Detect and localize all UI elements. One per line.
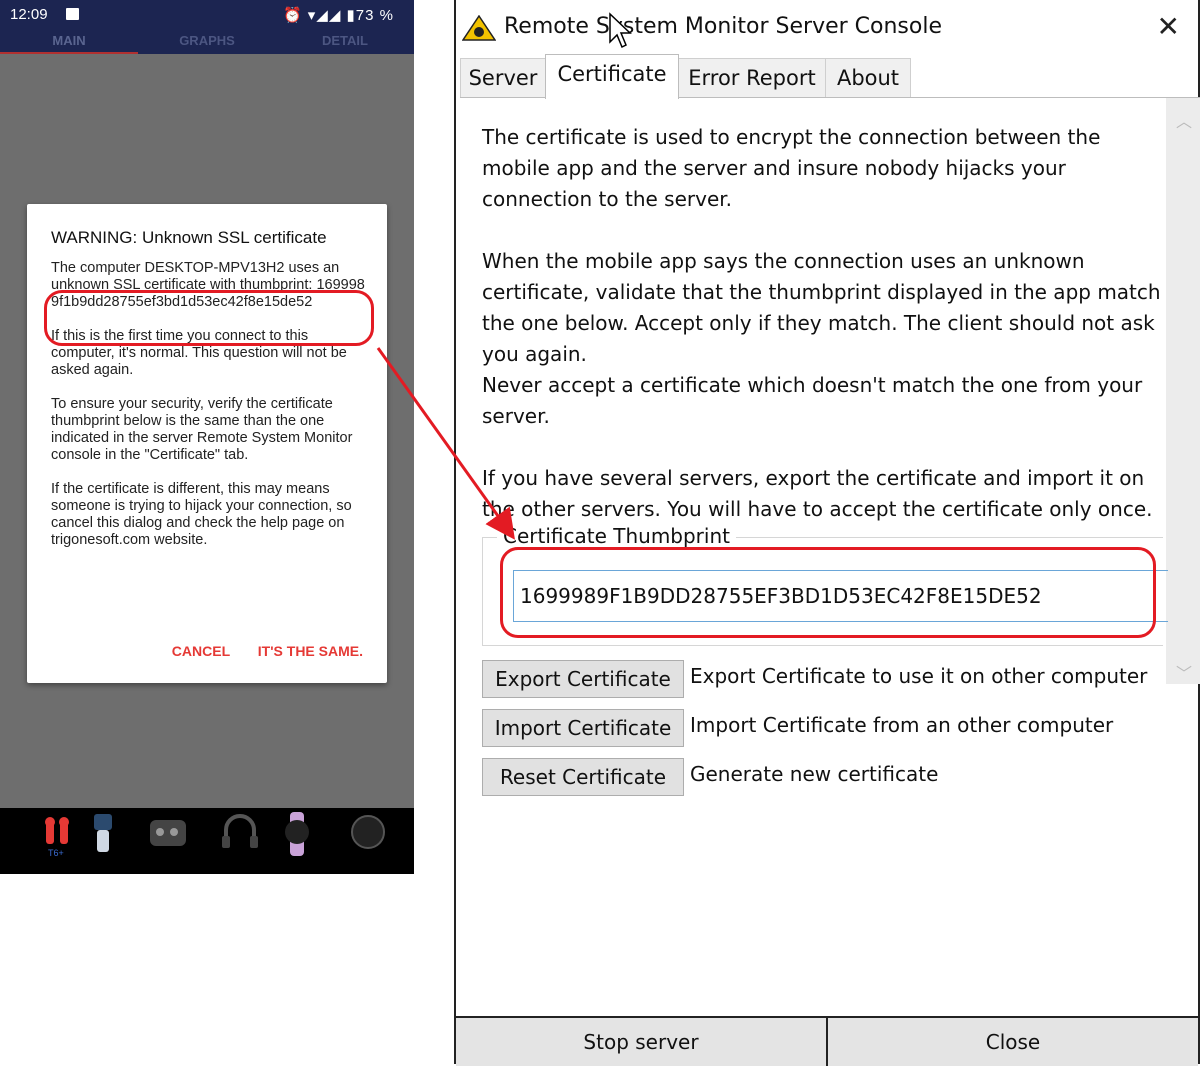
dialog-para-verify: To ensure your security, verify the cert… xyxy=(51,396,353,463)
import-certificate-button[interactable]: Import Certificate xyxy=(482,709,684,747)
ssl-warning-dialog: WARNING: Unknown SSL certificate The com… xyxy=(27,204,387,683)
tab-certificate[interactable]: Certificate xyxy=(545,54,679,99)
chevron-down-icon[interactable]: ﹀ xyxy=(1176,660,1192,684)
description-paragraph: Never accept a certificate which doesn't… xyxy=(482,373,1143,428)
export-description: Export Certificate to use it on other co… xyxy=(690,664,1148,688)
status-bar: 12:09 ⏰ ▾◢◢ ▮73 % xyxy=(0,0,414,30)
dialog-para-different: If the certificate is different, this ma… xyxy=(51,481,352,548)
title-bar[interactable]: Remote System Monitor Server Console ✕ xyxy=(456,0,1198,54)
tab-server[interactable]: Server xyxy=(460,58,546,97)
ad-banner[interactable]: T6+ xyxy=(0,808,414,874)
status-icons: ⏰ ▾◢◢ ▮73 % xyxy=(282,7,394,24)
app-tab-bar: MAIN GRAPHS DETAIL xyxy=(0,30,414,54)
cancel-button[interactable]: CANCEL xyxy=(172,643,230,659)
tab-about[interactable]: About xyxy=(825,58,911,97)
close-button[interactable]: Close xyxy=(828,1018,1198,1066)
reset-description: Generate new certificate xyxy=(690,762,939,786)
reset-certificate-button[interactable]: Reset Certificate xyxy=(482,758,684,796)
status-time: 12:09 xyxy=(10,6,48,23)
chevron-up-icon[interactable]: ︿ xyxy=(1176,108,1192,132)
tab-detail[interactable]: DETAIL xyxy=(276,30,414,54)
vertical-scrollbar[interactable]: ︿ ﹀ xyxy=(1166,98,1200,684)
mouse-cursor-icon xyxy=(609,12,632,49)
import-description: Import Certificate from an other compute… xyxy=(690,713,1114,737)
smartwatch-icon xyxy=(285,812,309,856)
ad-products-image: T6+ xyxy=(45,812,385,858)
headphones-icon xyxy=(222,814,258,848)
android-screen: 12:09 ⏰ ▾◢◢ ▮73 % MAIN GRAPHS DETAIL WAR… xyxy=(0,0,414,874)
description-paragraph: The certificate is used to encrypt the c… xyxy=(482,125,1101,211)
console-thumbprint-highlight xyxy=(500,547,1156,638)
certificate-description: The certificate is used to encrypt the c… xyxy=(482,122,1172,556)
tab-graphs[interactable]: GRAPHS xyxy=(138,30,276,54)
window-title: Remote System Monitor Server Console xyxy=(504,14,943,39)
image-notification-icon xyxy=(66,8,79,20)
ad-badge: T6+ xyxy=(48,848,64,858)
bottom-button-bar: Stop server Close xyxy=(456,1016,1198,1066)
tab-main[interactable]: MAIN xyxy=(0,30,138,54)
export-certificate-button[interactable]: Export Certificate xyxy=(482,660,684,698)
close-icon[interactable]: ✕ xyxy=(1157,10,1180,43)
its-the-same-button[interactable]: IT'S THE SAME. xyxy=(258,643,363,659)
dialog-title: WARNING: Unknown SSL certificate xyxy=(51,228,327,247)
server-console-window: Remote System Monitor Server Console ✕ S… xyxy=(454,0,1200,1066)
earbuds-icon xyxy=(45,817,69,844)
warning-icon xyxy=(461,14,497,46)
earbud-case-icon xyxy=(150,820,186,846)
phone-thumbprint-highlight xyxy=(44,290,374,346)
car-charger-icon xyxy=(94,814,112,852)
description-paragraph: If you have several servers, export the … xyxy=(482,466,1153,521)
dialog-intro: The computer DESKTOP-MPV13H2 uses an unk… xyxy=(51,260,340,293)
speaker-icon xyxy=(351,815,385,849)
thumbprint-label: Certificate Thumbprint xyxy=(497,524,736,548)
tab-error-report[interactable]: Error Report xyxy=(678,58,826,97)
stop-server-button[interactable]: Stop server xyxy=(456,1018,828,1066)
description-paragraph: When the mobile app says the connection … xyxy=(482,249,1161,366)
dialog-actions: CANCEL IT'S THE SAME. xyxy=(148,643,363,659)
